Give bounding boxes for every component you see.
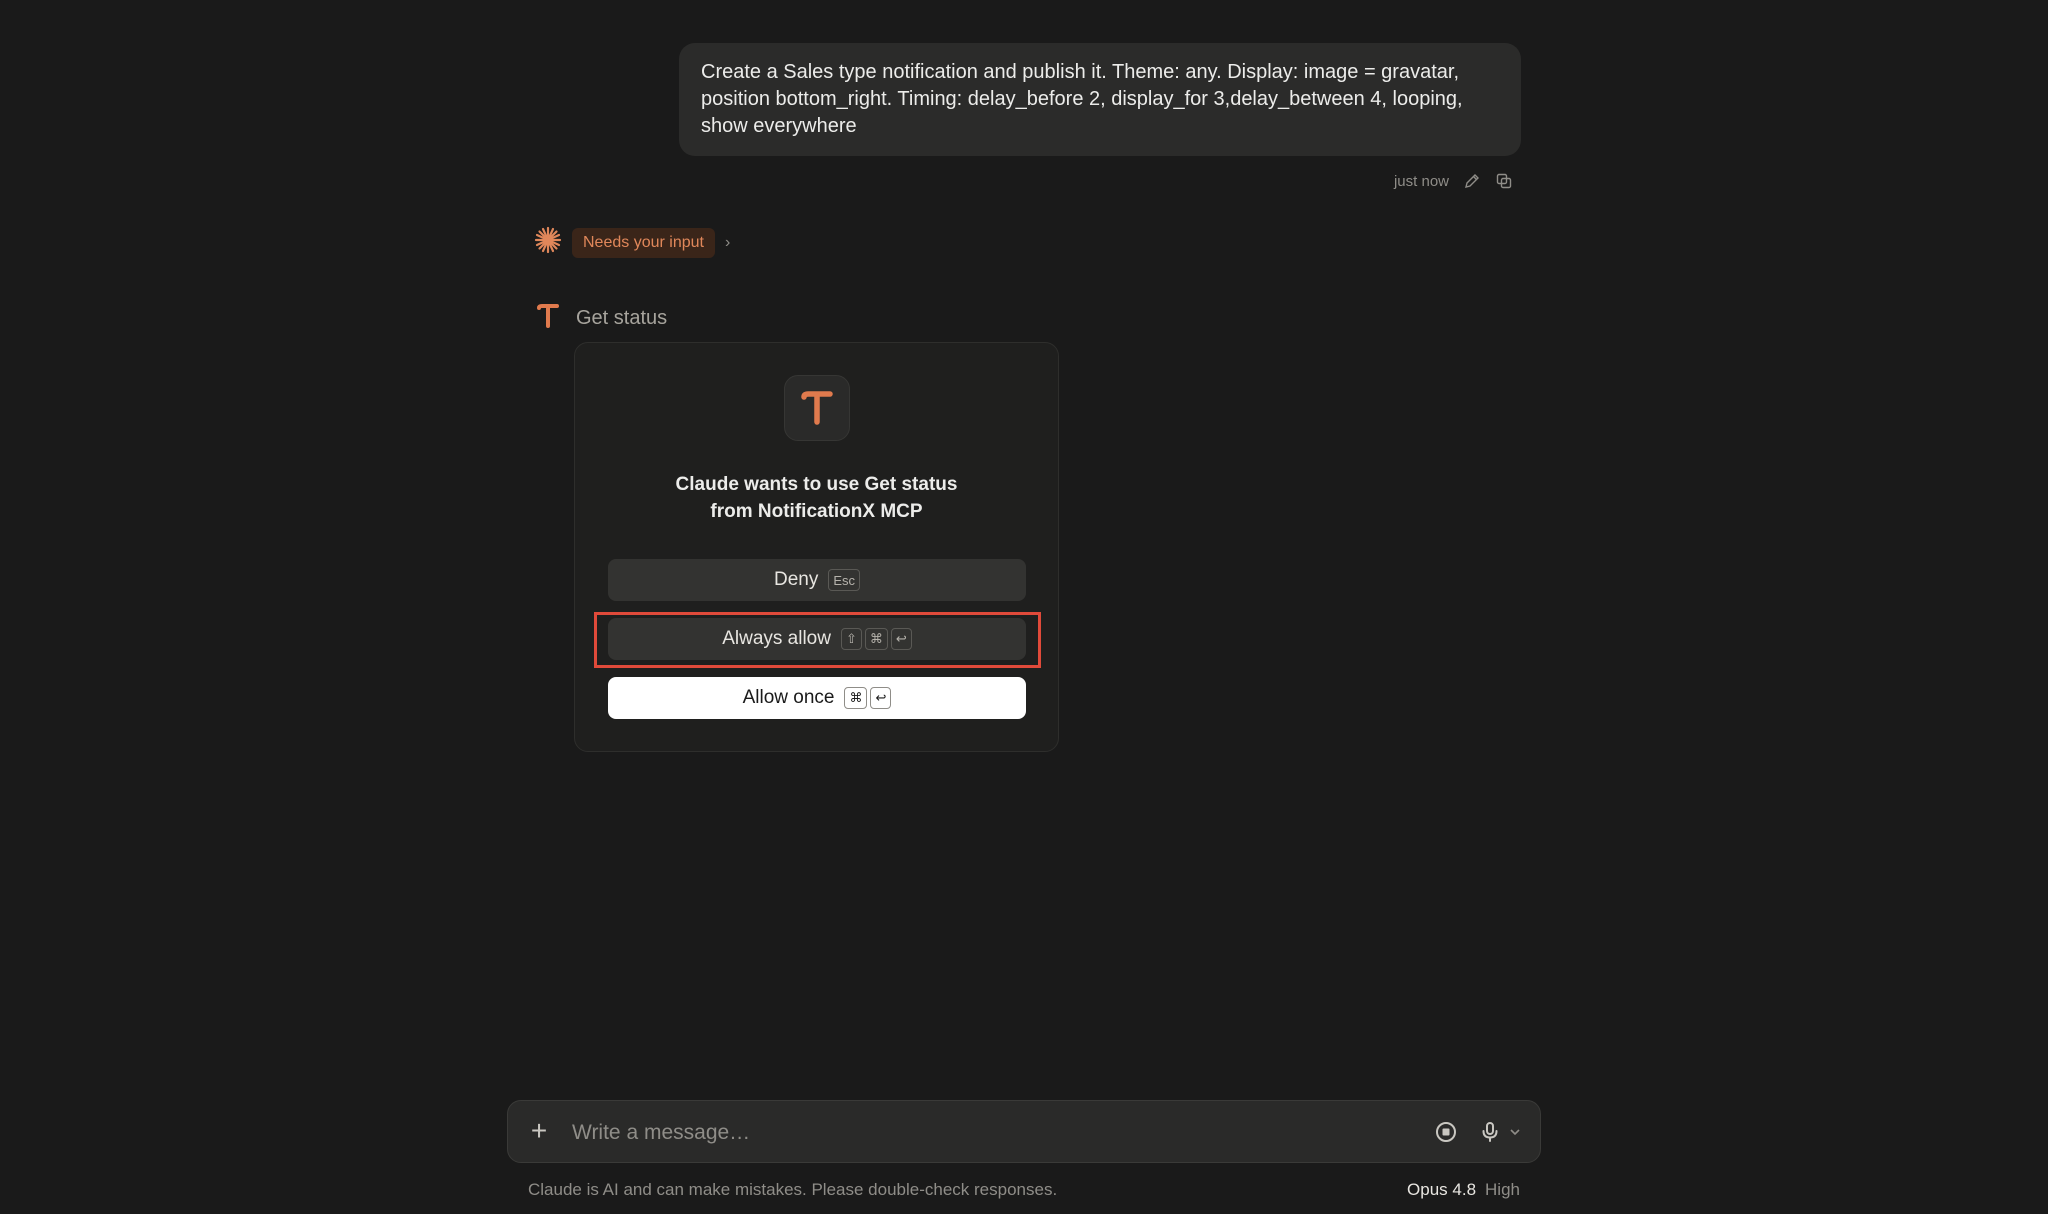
microphone-icon[interactable] [1478, 1120, 1502, 1144]
shortcut-hint: ⌘ ↩ [844, 687, 892, 709]
model-selector[interactable]: Opus 4.8 High [1407, 1180, 1520, 1200]
deny-button[interactable]: Deny Esc [608, 559, 1026, 601]
stop-icon[interactable] [1434, 1120, 1458, 1144]
shortcut-hint: ⇧ ⌘ ↩ [840, 628, 912, 650]
message-composer: + [507, 1100, 1541, 1163]
mcp-app-tile [784, 375, 850, 441]
needs-input-badge[interactable]: Needs your input [572, 227, 715, 258]
always-allow-button[interactable]: Always allow ⇧ ⌘ ↩ [608, 618, 1026, 660]
command-key-icon: ⌘ [864, 628, 888, 650]
message-input[interactable] [570, 1113, 1374, 1153]
user-message-text: Create a Sales type notification and pub… [701, 61, 1463, 137]
plus-icon[interactable]: + [526, 1117, 552, 1145]
return-key-icon: ↩ [870, 687, 892, 709]
allow-once-button[interactable]: Allow once ⌘ ↩ [608, 677, 1026, 719]
shift-key-icon: ⇧ [840, 628, 862, 650]
chevron-right-icon[interactable]: › [725, 234, 730, 252]
return-key-icon: ↩ [890, 628, 912, 650]
mcp-app-icon [534, 302, 562, 335]
message-meta: just now [1394, 172, 1513, 190]
tool-title: Get status [576, 307, 668, 329]
disclaimer: Claude is AI and can make mistakes. Plea… [528, 1180, 1058, 1199]
permission-prompt: Claude wants to use Get status from Noti… [675, 474, 958, 522]
edit-icon[interactable] [1463, 172, 1481, 190]
model-effort: High [1485, 1180, 1520, 1199]
esc-key-hint: Esc [828, 569, 861, 591]
chevron-down-icon[interactable] [1508, 1123, 1522, 1141]
status-row[interactable]: Needs your input › [534, 226, 730, 259]
claude-spark-icon [534, 226, 562, 259]
command-key-icon: ⌘ [844, 687, 868, 709]
tool-call-header: Get status [534, 302, 667, 335]
user-message-bubble: Create a Sales type notification and pub… [679, 43, 1521, 156]
model-name: Opus 4.8 [1407, 1180, 1477, 1199]
message-timestamp: just now [1393, 172, 1449, 190]
copy-icon[interactable] [1495, 172, 1513, 190]
permission-card: Claude wants to use Get status from Noti… [574, 342, 1059, 752]
